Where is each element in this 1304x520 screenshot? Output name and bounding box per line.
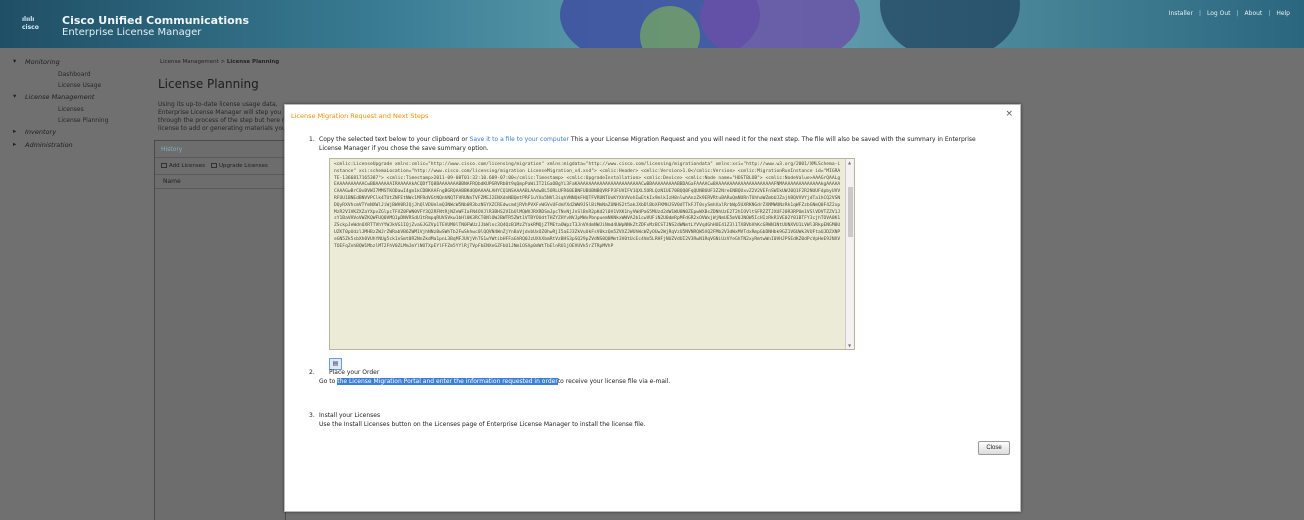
step-text: to receive your license file via e-mail. <box>557 378 671 385</box>
add-licenses-label: Add Licenses <box>169 163 205 169</box>
page-title: License Planning <box>158 77 259 91</box>
expand-icon: ▸ <box>13 127 17 135</box>
migration-request-dialog: License Migration Request and Next Steps… <box>284 104 1021 512</box>
sidebar-item-licenses[interactable]: Licenses <box>0 104 140 115</box>
add-icon <box>161 163 167 168</box>
sidebar-group-inventory[interactable]: ▸ Inventory <box>0 126 140 139</box>
logo-bars: ılıılı <box>22 16 35 23</box>
separator: | <box>1268 10 1271 17</box>
logout-link[interactable]: Log Out <box>1207 10 1231 17</box>
step-heading: Install your Licenses <box>319 412 381 419</box>
intro-text: Using its up-to-date license usage data,… <box>158 101 298 132</box>
close-icon[interactable]: × <box>1005 109 1013 119</box>
step-body: Copy the selected text below to your cli… <box>309 135 995 153</box>
expand-icon: ▸ <box>13 140 17 148</box>
sidebar-group-label: Inventory <box>25 128 57 136</box>
sidebar-item-license-usage[interactable]: License Usage <box>0 80 140 91</box>
cisco-logo: ılıılı cisco <box>22 16 50 34</box>
sidebar-group-label: License Management <box>25 93 95 101</box>
step-body: Place your Order Go to the License Migra… <box>309 368 995 386</box>
product-name: Cisco Unified Communications <box>62 14 250 27</box>
sidebar-group-administration[interactable]: ▸ Administration <box>0 139 140 152</box>
save-to-file-link[interactable]: Save it to a file to your computer <box>470 136 569 143</box>
column-header-name[interactable]: Name <box>155 174 285 189</box>
breadcrumb-current: License Planning <box>226 59 280 65</box>
history-toolbar: Add Licenses Upgrade Licenses <box>155 158 285 174</box>
product-subtitle: Enterprise License Manager <box>62 27 202 38</box>
sidebar-nav: ▾ Monitoring Dashboard License Usage ▾ L… <box>0 48 140 520</box>
header-decoration <box>880 0 1020 48</box>
history-title: History <box>155 141 285 158</box>
upgrade-licenses-label: Upgrade Licenses <box>219 163 268 169</box>
step-number: 1. <box>309 136 315 143</box>
separator: | <box>1236 10 1239 17</box>
logo-text: cisco <box>22 24 39 31</box>
separator: | <box>1198 10 1201 17</box>
sidebar-group-label: Administration <box>25 141 73 149</box>
step-text: Use the Install Licenses button on the L… <box>319 421 646 428</box>
sidebar-item-license-planning[interactable]: License Planning <box>0 115 140 126</box>
about-link[interactable]: About <box>1245 10 1263 17</box>
dialog-title: License Migration Request and Next Steps <box>291 112 429 120</box>
add-licenses-button[interactable]: Add Licenses <box>161 163 205 169</box>
textarea-scrollbar[interactable]: ▲ ▼ <box>845 159 854 349</box>
history-panel: History Add Licenses Upgrade Licenses Na… <box>154 140 286 520</box>
license-request-text: <cmlic:LicenseUpgrade xmlns:cmlic="http:… <box>334 162 841 249</box>
step-text-line: Go to the License Migration Portal and e… <box>319 377 995 386</box>
sidebar-item-dashboard[interactable]: Dashboard <box>0 69 140 80</box>
expand-icon: ▾ <box>13 57 17 65</box>
sidebar-group-license-management[interactable]: ▾ License Management <box>0 91 140 104</box>
breadcrumb: License Management > License Planning <box>160 59 279 65</box>
step-heading: Place your Order <box>329 369 380 376</box>
scroll-up-icon[interactable]: ▲ <box>848 160 851 165</box>
header-decoration <box>700 0 860 48</box>
step-install-licenses: 3. Install your Licenses Use the Install… <box>309 411 995 429</box>
step-number: 3. <box>309 412 315 419</box>
top-links: Installer | Log Out | About | Help <box>1169 10 1290 17</box>
step-number: 2. <box>309 369 315 376</box>
migration-portal-link[interactable]: the License Migration Portal and enter t… <box>337 378 558 385</box>
upgrade-licenses-button[interactable]: Upgrade Licenses <box>211 163 268 169</box>
step-text: Copy the selected text below to your cli… <box>319 136 468 143</box>
upgrade-icon <box>211 163 217 168</box>
app-header: ılıılı cisco Cisco Unified Communication… <box>0 0 1304 48</box>
help-link[interactable]: Help <box>1276 10 1290 17</box>
breadcrumb-parent[interactable]: License Management <box>160 59 219 65</box>
close-button[interactable]: Close <box>978 441 1010 455</box>
scroll-down-icon[interactable]: ▼ <box>848 343 851 348</box>
step-body: Install your Licenses Use the Install Li… <box>309 411 995 429</box>
sidebar-group-monitoring[interactable]: ▾ Monitoring <box>0 56 140 69</box>
expand-icon: ▾ <box>13 92 17 100</box>
license-request-textarea[interactable]: <cmlic:LicenseUpgrade xmlns:cmlic="http:… <box>329 158 855 350</box>
user-menu-link[interactable]: Installer <box>1169 10 1193 17</box>
step-place-order: 2. Place your Order Go to the License Mi… <box>309 368 995 386</box>
scrollbar-thumb[interactable] <box>848 187 853 237</box>
step-text: Go to <box>319 378 336 385</box>
step-copy-request: 1. Copy the selected text below to your … <box>309 135 995 153</box>
sidebar-group-label: Monitoring <box>25 58 60 66</box>
